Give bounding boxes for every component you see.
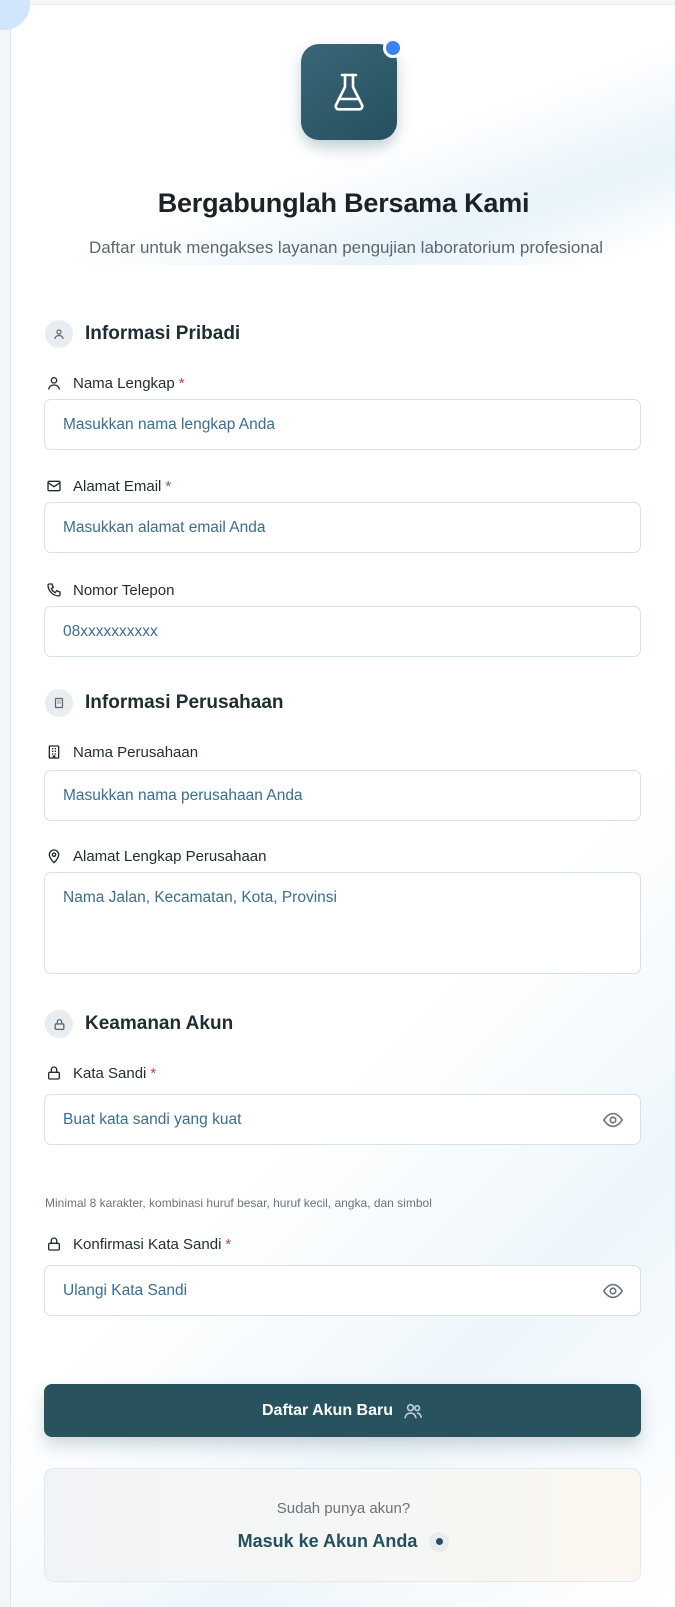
full-name-input[interactable]: Masukkan nama lengkap Anda [44,399,641,450]
company-name-input[interactable]: Masukkan nama perusahaan Anda [44,770,641,821]
phone-icon [45,581,63,599]
section-title: Informasi Perusahaan [85,692,284,713]
label-full-name: Nama Lengkap * [45,373,185,393]
section-company-info: Informasi Perusahaan [45,688,284,718]
label-email: Alamat Email * [45,476,171,496]
company-address-textarea[interactable]: Nama Jalan, Kecamatan, Kota, Provinsi [44,872,641,974]
users-icon [403,1401,423,1421]
logo-container [291,38,407,170]
password-hint: Minimal 8 karakter, kombinasi huruf besa… [45,1196,432,1210]
required-marker: * [150,1064,157,1082]
user-icon [45,374,63,392]
label-phone: Nomor Telepon [45,580,174,600]
registration-card: Bergabunglah Bersama Kami Daftar untuk m… [10,4,675,1607]
label-confirm-password: Konfirmasi Kata Sandi * [45,1234,231,1254]
section-account-security: Keamanan Akun [45,1009,233,1039]
label-password: Kata Sandi * [45,1063,156,1083]
email-input[interactable]: Masukkan alamat email Anda [44,502,641,553]
dot-icon [429,1531,450,1552]
building-icon [45,689,73,717]
register-button[interactable]: Daftar Akun Baru [44,1384,641,1437]
required-marker: * [165,477,172,495]
page-subtitle: Daftar untuk mengakses layanan pengujian… [88,238,604,257]
section-title: Keamanan Akun [85,1013,234,1034]
login-link[interactable]: Masuk ke Akun Anda [45,1531,642,1552]
phone-input[interactable]: 08xxxxxxxxxx [44,606,641,657]
building-icon [45,743,63,761]
status-badge [383,38,403,58]
required-marker: * [225,1235,232,1253]
login-question: Sudah punya akun? [276,1500,411,1517]
lock-icon [45,1010,73,1038]
section-title: Informasi Pribadi [85,323,241,344]
map-pin-icon [45,847,63,865]
lock-icon [45,1064,63,1082]
required-marker: * [178,374,185,392]
confirm-password-input[interactable]: Ulangi Kata Sandi [44,1265,641,1316]
user-icon [45,320,73,348]
password-input[interactable]: Buat kata sandi yang kuat [44,1094,641,1145]
eye-icon[interactable] [602,1109,624,1131]
label-company-name: Nama Perusahaan [45,742,198,762]
page-title: Bergabunglah Bersama Kami [157,188,530,218]
lock-icon [45,1235,63,1253]
label-company-address: Alamat Lengkap Perusahaan [45,846,266,866]
app-logo [301,44,397,140]
login-prompt-box: Sudah punya akun? Masuk ke Akun Anda [44,1468,641,1582]
flask-icon [334,73,364,111]
eye-icon[interactable] [602,1280,624,1302]
section-personal-info: Informasi Pribadi [45,319,240,349]
mail-icon [45,477,63,495]
